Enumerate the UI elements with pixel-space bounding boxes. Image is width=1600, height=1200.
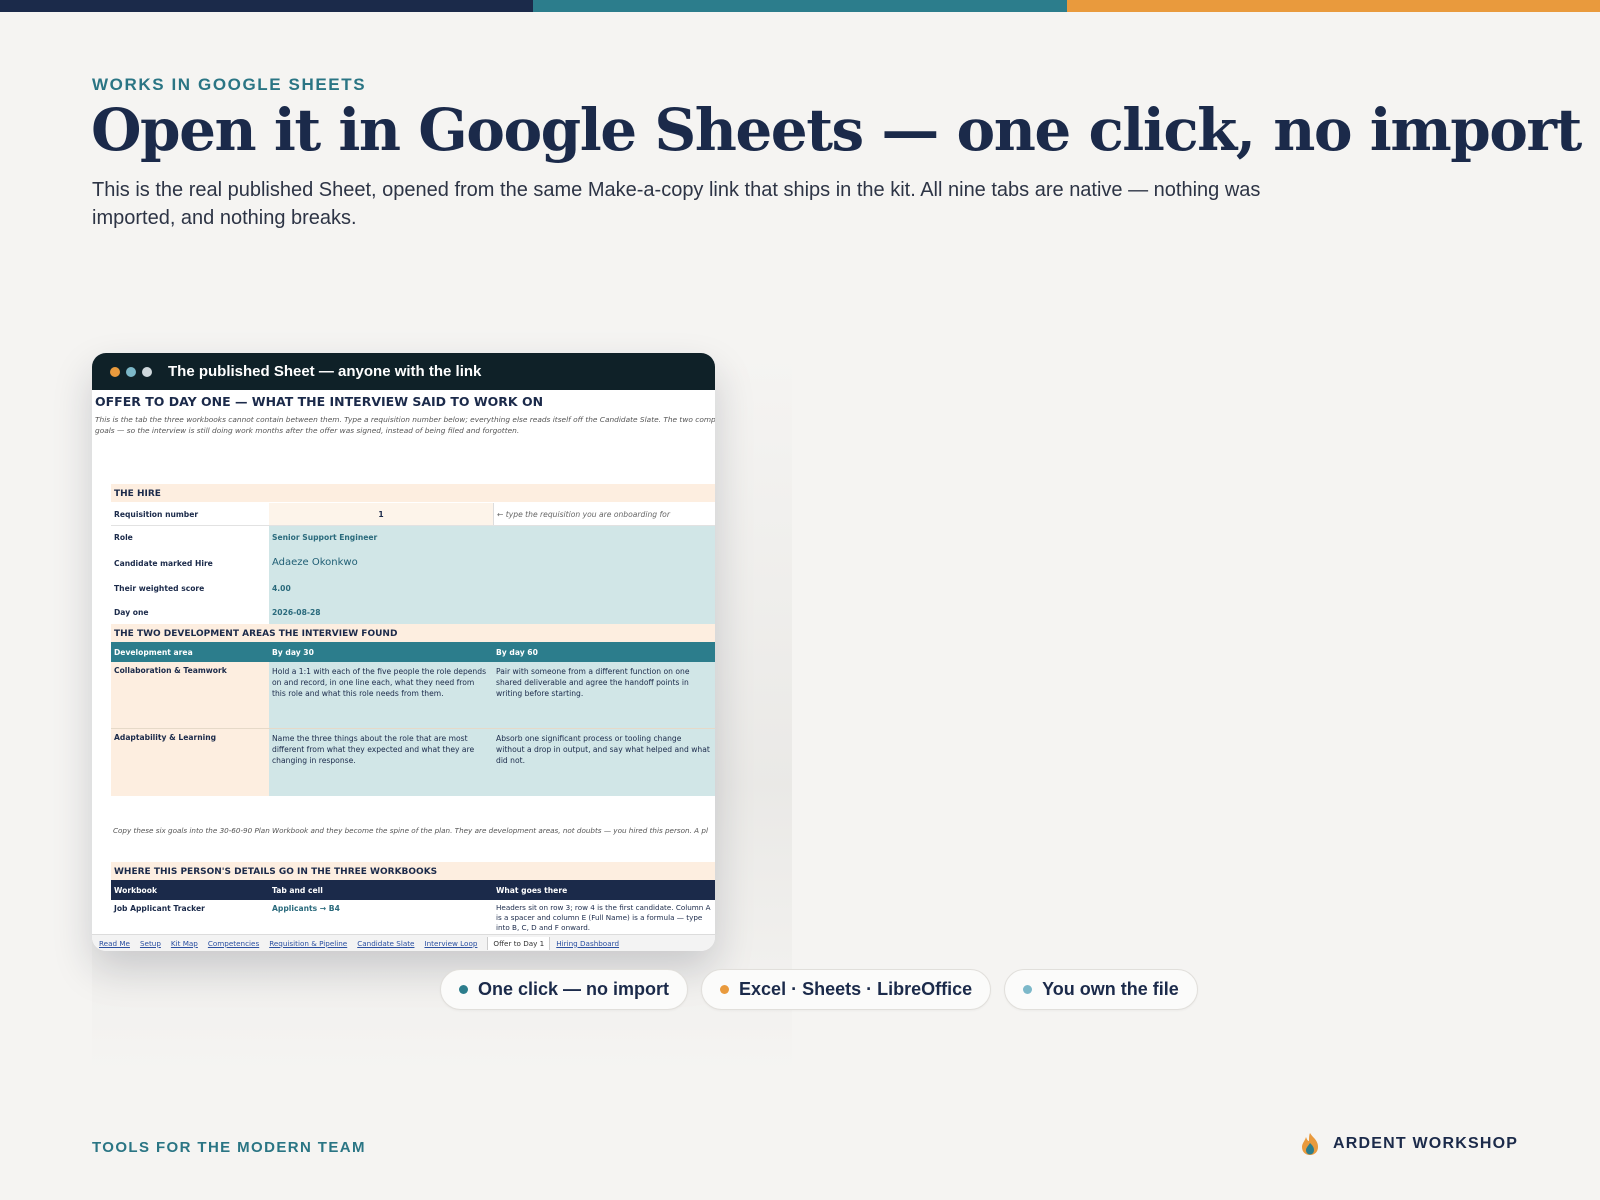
tab-kit-map[interactable]: Kit Map [171,939,198,948]
brand-name: ARDENT WORKSHOP [1333,1135,1519,1152]
dev-row: Collaboration & Teamwork Hold a 1:1 with… [111,662,715,729]
pill-one-click: One click — no import [440,969,689,1010]
hire-empty-cell [493,577,715,600]
hire-row-candidate: Candidate marked Hire Adaeze Okonkwo [111,549,715,577]
tab-setup[interactable]: Setup [140,939,161,948]
hire-label: Role [111,526,269,549]
hire-label: Day one [111,600,269,624]
blue-dot-icon [1023,985,1033,994]
pill-label: One click — no import [478,979,670,999]
flame-logo-icon [1302,1133,1318,1155]
window-dot-grey-icon [142,366,152,377]
dev-header-row: Development area By day 30 By day 60 [111,642,715,662]
pill-compatibility: Excel · Sheets · LibreOffice [701,969,992,1010]
accent-segment-orange [1066,0,1600,12]
sheet-note: Copy these six goals into the 30-60-90 P… [113,826,708,835]
window-dot-blue-icon [126,366,136,377]
band-the-hire: THE HIRE [111,484,715,502]
orange-dot-icon [720,985,730,994]
column-header: What goes there [493,880,715,900]
column-header: Tab and cell [269,880,493,900]
sheet-title: OFFER TO DAY ONE — WHAT THE INTERVIEW SA… [95,394,544,409]
tab-candidate-slate[interactable]: Candidate Slate [357,939,414,948]
hire-empty-cell [493,549,715,577]
dev-area: Adaptability & Learning [111,729,269,796]
hire-empty-cell [493,526,715,549]
footer-tagline: TOOLS FOR THE MODERN TEAM [92,1139,366,1156]
tab-interview-loop[interactable]: Interview Loop [424,939,477,948]
where-row: Job Applicant Tracker Applicants → B4 He… [111,900,715,934]
hire-value: Adaeze Okonkwo [269,549,493,577]
top-accent-bar [0,0,1600,12]
lede-paragraph: This is the real published Sheet, opened… [92,179,1261,229]
sheet-intro: This is the tab the three workbooks cann… [95,415,715,435]
dev-goal-30: Hold a 1:1 with each of the five people … [269,662,493,728]
eyebrow-label: WORKS IN GOOGLE SHEETS [92,75,367,94]
column-header: By day 30 [269,642,493,662]
spreadsheet-view[interactable]: OFFER TO DAY ONE — WHAT THE INTERVIEW SA… [92,390,715,934]
band-development-areas: THE TWO DEVELOPMENT AREAS THE INTERVIEW … [111,624,715,642]
hire-label: Their weighted score [111,577,269,600]
hire-row-dayone: Day one 2026-08-28 [111,600,715,624]
tab-offer-to-day-1[interactable]: Offer to Day 1 [487,936,551,950]
tab-requisition-pipeline[interactable]: Requisition & Pipeline [269,939,347,948]
hire-label: Requisition number [111,503,269,525]
dev-goal-60: Absorb one significant process or toolin… [493,729,715,796]
window-titlebar: The published Sheet — anyone with the li… [92,353,715,390]
tab-hiring-dashboard[interactable]: Hiring Dashboard [556,939,619,948]
band-where-details-go: WHERE THIS PERSON'S DETAILS GO IN THE TH… [111,862,715,880]
dev-row: Adaptability & Learning Name the three t… [111,729,715,796]
hire-row-requisition: Requisition number 1 ← type the requisit… [111,503,715,526]
pill-label: Excel · Sheets · LibreOffice [739,979,973,999]
workbook-name: Job Applicant Tracker [114,904,205,913]
pill-label: You own the file [1042,979,1179,999]
feature-pills: One click — no import Excel · Sheets · L… [440,969,1211,1010]
page-title: Open it in Google Sheets — one click, no… [91,96,1582,164]
tab-read-me[interactable]: Read Me [99,939,130,948]
hire-row-role: Role Senior Support Engineer [111,526,715,549]
column-header: By day 60 [493,642,715,662]
what-goes-there: Headers sit on row 3; row 4 is the first… [496,903,711,932]
tab-competencies[interactable]: Competencies [208,939,259,948]
footer-brand: ARDENT WORKSHOP [1299,1132,1518,1156]
column-header: Workbook [111,880,269,900]
hire-value: Senior Support Engineer [269,526,493,549]
hire-value: 4.00 [269,577,493,600]
dev-goal-60: Pair with someone from a different funct… [493,662,715,728]
accent-segment-teal [533,0,1067,12]
accent-segment-navy [0,0,534,12]
column-header: Development area [111,642,269,662]
requisition-hint: ← type the requisition you are onboardin… [493,503,715,525]
window-dot-orange-icon [110,366,120,377]
hire-value: 2026-08-28 [269,600,493,624]
dev-goal-30: Name the three things about the role tha… [269,729,493,796]
teal-dot-icon [459,985,468,994]
tab-and-cell: Applicants → B4 [272,904,340,913]
requisition-input[interactable]: 1 [269,503,493,525]
sheet-tab-bar: Read Me Setup Kit Map Competencies Requi… [92,934,715,951]
pill-ownership: You own the file [1004,969,1198,1010]
where-header-row: Workbook Tab and cell What goes there [111,880,715,900]
hire-label: Candidate marked Hire [111,549,269,577]
window-title: The published Sheet — anyone with the li… [168,363,482,380]
hire-row-score: Their weighted score 4.00 [111,577,715,600]
dev-area: Collaboration & Teamwork [111,662,269,728]
hire-empty-cell [493,600,715,624]
sheet-window: The published Sheet — anyone with the li… [92,353,715,951]
